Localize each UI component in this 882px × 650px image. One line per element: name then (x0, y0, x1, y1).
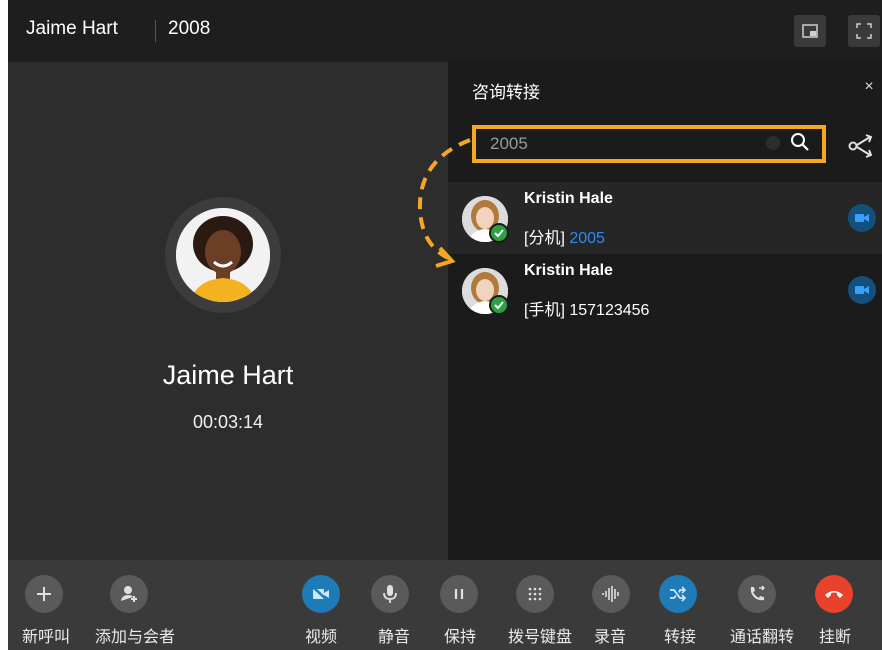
pause-icon (454, 589, 464, 599)
flip-button[interactable]: 通话翻转 (720, 568, 800, 648)
video-circle (302, 575, 340, 613)
contact-name: Kristin Hale (524, 190, 613, 207)
video-call-button[interactable] (848, 276, 876, 304)
add-participant-label: 添加与会者 (94, 629, 175, 646)
picture-in-picture-button[interactable] (794, 15, 826, 47)
video-icon (855, 214, 869, 222)
dialpad-circle (516, 575, 554, 613)
header-caller-name: Jaime Hart (26, 18, 118, 39)
flip-circle (738, 575, 776, 613)
add-participant-circle (110, 575, 148, 613)
contact-number-label: [手机] (524, 302, 565, 319)
call-toolbar: 新呼叫 添加与会者 视频 静音 保持 拨号键盘 录音 转接 通话翻转 挂断 (8, 560, 882, 650)
video-call-button[interactable] (848, 204, 876, 232)
available-status-icon (489, 295, 509, 315)
record-label: 录音 (593, 629, 626, 646)
contact-number: [分机] 2005 (524, 224, 605, 248)
phone-flip-icon (750, 585, 765, 601)
contact-result-row[interactable]: Kristin Hale [手机] 157123456 (448, 254, 882, 326)
hangup-button[interactable]: 挂断 (800, 568, 880, 648)
panel-title: 咨询转接 (472, 83, 540, 102)
call-timer: 00:03:14 (192, 412, 264, 432)
search-highlight (472, 125, 826, 163)
fullscreen-button[interactable] (848, 15, 880, 47)
new-call-label: 新呼叫 (21, 629, 70, 646)
add-participant-button[interactable]: 添加与会者 (88, 568, 175, 648)
waveform-icon (602, 586, 619, 602)
hold-circle (440, 575, 478, 613)
consult-transfer-panel: 咨询转接 × 2005 Kristin Hale [分机] 2005 Krist… (448, 62, 882, 560)
close-panel-button[interactable]: × (858, 76, 880, 98)
hangup-icon (825, 591, 843, 598)
header-extension: 2008 (168, 18, 211, 39)
flip-label: 通话翻转 (729, 629, 794, 646)
transfer-icon (670, 586, 687, 602)
share-icon[interactable] (848, 132, 878, 160)
caller-name: Jaime Hart (162, 360, 294, 390)
hangup-circle (815, 575, 853, 613)
annotation-arrow (417, 138, 471, 268)
caller-avatar (176, 208, 270, 302)
transfer-button[interactable]: 转接 (642, 568, 722, 648)
contact-number-value: 2005 (569, 230, 605, 247)
dialpad-icon (528, 587, 542, 601)
plus-icon (37, 587, 51, 601)
transfer-label: 转接 (663, 629, 696, 646)
contact-number-label: [分机] (524, 230, 565, 247)
hangup-label: 挂断 (818, 629, 851, 646)
caller-avatar-photo (176, 208, 270, 302)
caller-panel: Jaime Hart 00:03:14 (8, 62, 448, 560)
dialpad-button[interactable]: 拨号键盘 (500, 568, 580, 648)
contact-result-row[interactable]: Kristin Hale [分机] 2005 (448, 182, 882, 254)
fullscreen-icon (856, 23, 872, 39)
hold-label: 保持 (443, 629, 476, 646)
contact-name: Kristin Hale (524, 262, 613, 279)
caller-avatar-ring (165, 197, 281, 313)
new-call-circle (25, 575, 63, 613)
search-icon[interactable] (790, 132, 810, 152)
new-call-button[interactable]: 新呼叫 (8, 568, 86, 648)
add-user-icon (121, 586, 137, 602)
mute-circle (371, 575, 409, 613)
video-label: 视频 (304, 629, 337, 646)
contact-number-value: 157123456 (569, 302, 650, 319)
video-off-icon (312, 586, 329, 602)
mic-icon (383, 585, 397, 603)
video-icon (855, 286, 869, 294)
call-window: Jaime Hart 2008 Jaime Hart 00:03:14 咨询转接… (8, 0, 882, 650)
hold-button[interactable]: 保持 (420, 568, 500, 648)
clear-search-button[interactable] (766, 136, 780, 150)
available-status-icon (489, 223, 509, 243)
picture-in-picture-icon (802, 24, 818, 38)
transfer-circle (659, 575, 697, 613)
contact-number: [手机] 157123456 (524, 296, 649, 320)
title-bar: Jaime Hart 2008 (8, 0, 882, 62)
record-circle (592, 575, 630, 613)
header-divider (155, 20, 156, 42)
